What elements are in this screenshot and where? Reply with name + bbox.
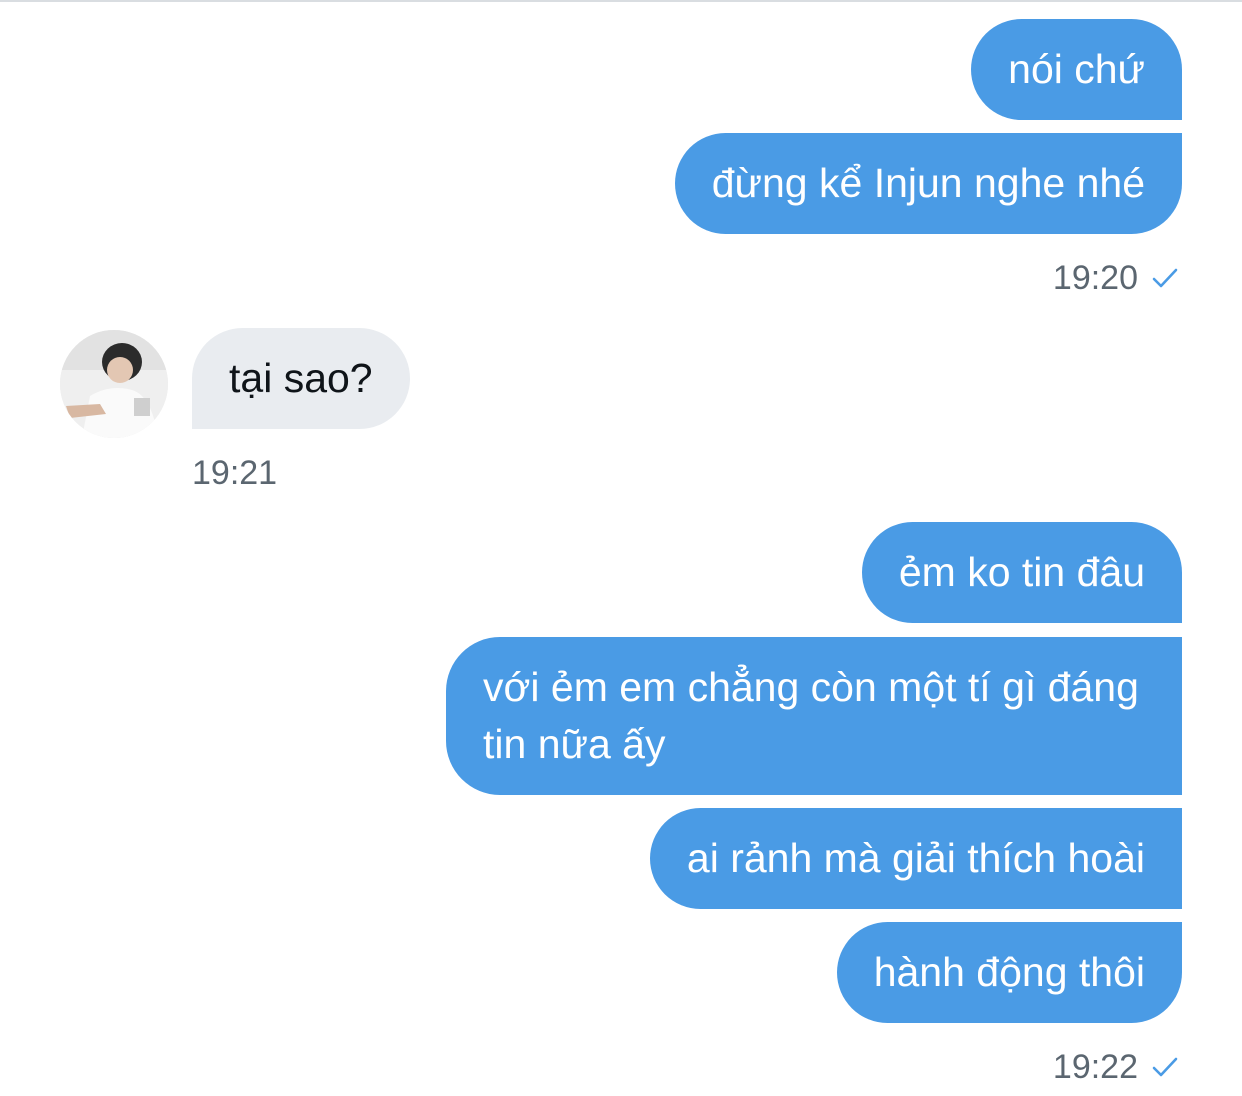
avatar-image xyxy=(60,330,168,438)
check-icon xyxy=(1152,268,1178,288)
timestamp: 19:21 xyxy=(192,454,278,492)
message-text: ai rảnh mà giải thích hoài xyxy=(686,835,1145,881)
outgoing-message[interactable]: hành động thôi xyxy=(836,922,1182,1023)
message-text: đừng kể Injun nghe nhé xyxy=(711,160,1145,206)
message-text: hành động thôi xyxy=(873,949,1145,995)
message-text: ẻm ko tin đâu xyxy=(898,549,1145,595)
incoming-message[interactable]: tại sao? xyxy=(192,328,410,429)
timestamp: 19:22 xyxy=(1052,1048,1138,1086)
user-avatar[interactable] xyxy=(60,330,168,438)
message-text: với ẻm em chẳng còn một tí gì đáng tin n… xyxy=(483,664,1139,767)
outgoing-message[interactable]: ai rảnh mà giải thích hoài xyxy=(649,808,1182,909)
message-meta: 19:22 xyxy=(1053,1047,1180,1087)
message-text: nói chứ xyxy=(1008,46,1145,92)
outgoing-message[interactable]: ẻm ko tin đâu xyxy=(861,522,1182,623)
outgoing-message[interactable]: đừng kể Injun nghe nhé xyxy=(674,133,1182,234)
message-meta: 19:20 xyxy=(1053,258,1180,298)
outgoing-message[interactable]: nói chứ xyxy=(971,19,1182,120)
outgoing-message[interactable]: với ẻm em chẳng còn một tí gì đáng tin n… xyxy=(446,637,1182,795)
message-text: tại sao? xyxy=(229,355,373,401)
header-divider xyxy=(0,0,1242,2)
check-icon xyxy=(1152,1057,1178,1077)
timestamp: 19:20 xyxy=(1052,259,1138,297)
